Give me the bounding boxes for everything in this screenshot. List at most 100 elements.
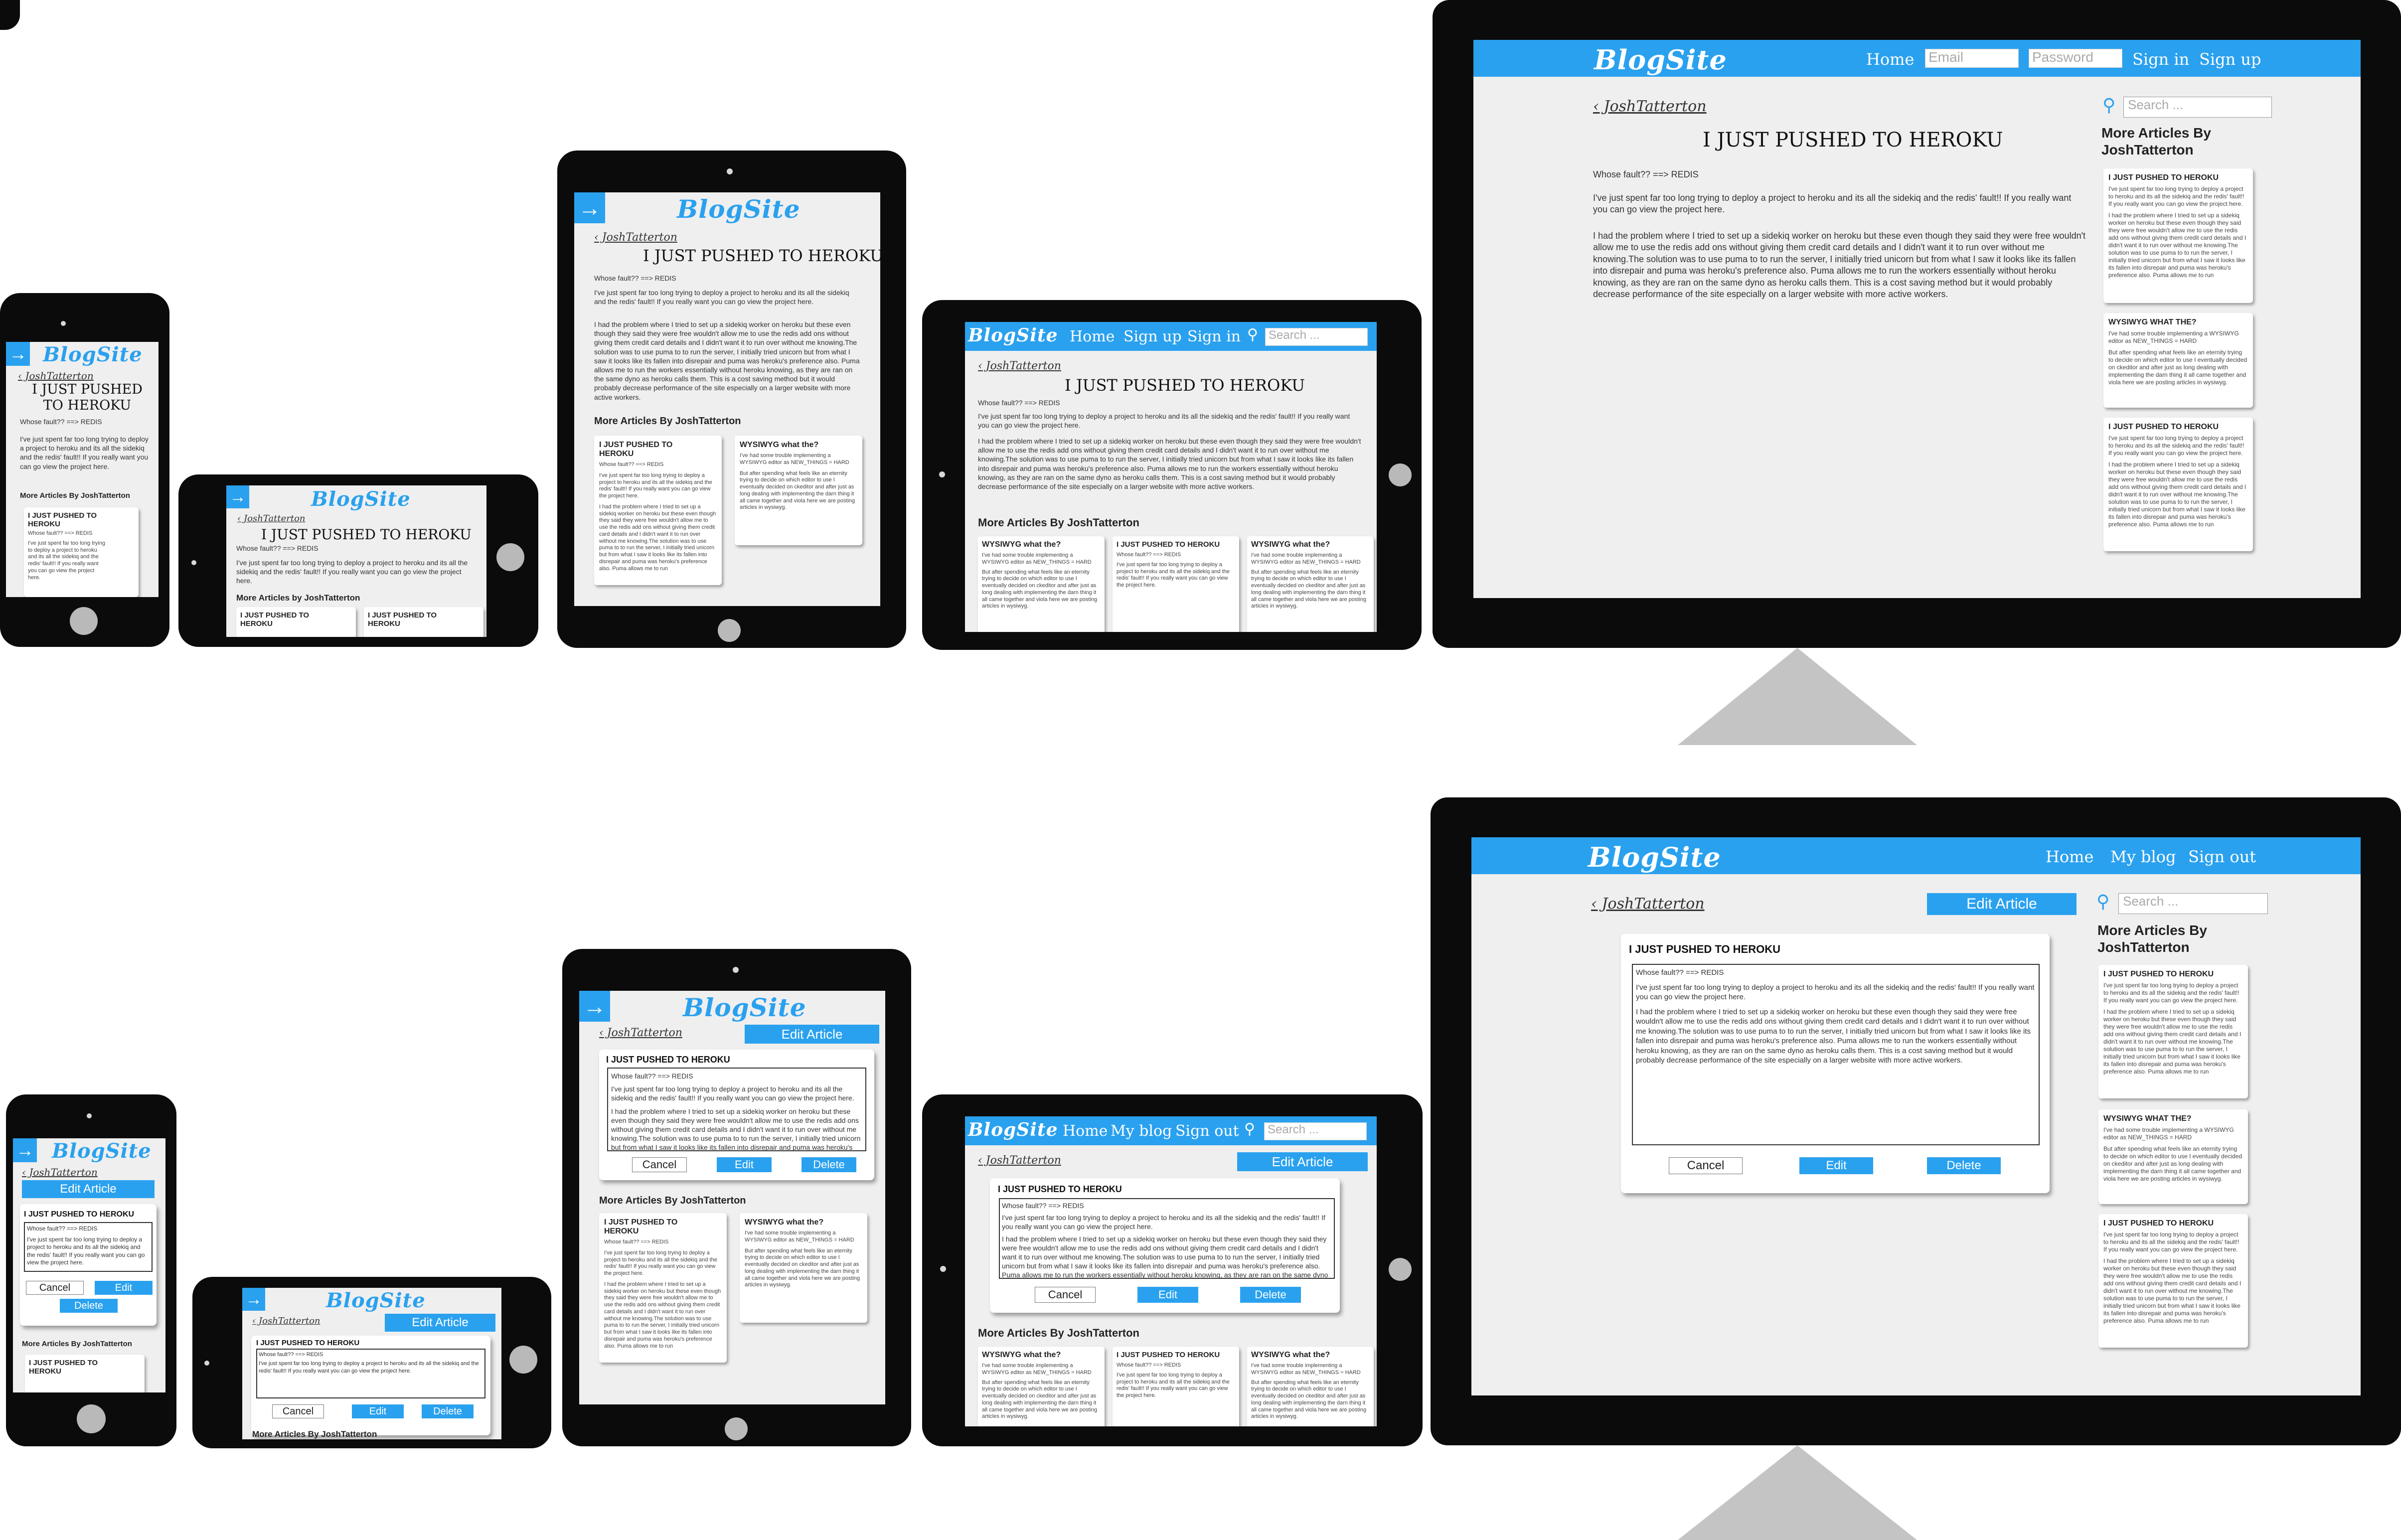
article-card[interactable]: I JUST PUSHED TO HEROKU Whose fault?? ==… (1113, 1347, 1239, 1426)
nav-sign-in[interactable]: Sign in (1187, 328, 1241, 345)
site-logo[interactable]: BlogSite (968, 1119, 1058, 1140)
search-icon[interactable]: ⚲ (2102, 95, 2115, 116)
article-card[interactable]: I JUST PUSHED TO HEROKU (364, 607, 483, 637)
post-body-textarea[interactable]: Whose fault?? ==> REDIS I've just spent … (999, 1198, 1335, 1279)
edit-article-button[interactable]: Edit Article (1927, 893, 2077, 915)
nav-sign-out[interactable]: Sign out (2188, 847, 2256, 866)
article-card[interactable]: WYSIWYG what the? I've had some trouble … (1247, 1347, 1374, 1426)
search-icon[interactable]: ⚲ (1247, 326, 1258, 343)
nav-home[interactable]: Home (2046, 847, 2093, 866)
edit-button[interactable]: Edit (95, 1281, 153, 1295)
nav-sign-up[interactable]: Sign up (2199, 50, 2261, 69)
cancel-button[interactable]: Cancel (632, 1157, 687, 1172)
site-logo[interactable]: BlogSite (52, 1139, 152, 1163)
article-card[interactable]: I JUST PUSHED TO HEROKU I've just spent … (2098, 965, 2248, 1098)
nav-sign-in[interactable]: Sign in (2132, 50, 2189, 69)
nav-my-blog[interactable]: My blog (2110, 847, 2176, 866)
nav-my-blog[interactable]: My blog (1111, 1122, 1172, 1140)
article-card[interactable]: WYSIWYG what the? I've had some trouble … (1247, 536, 1374, 632)
author-link[interactable]: ‹ JoshTatterton (252, 1316, 320, 1326)
nav-home[interactable]: Home (1070, 328, 1115, 345)
home-button[interactable] (70, 607, 98, 635)
site-logo[interactable]: BlogSite (326, 1289, 426, 1312)
author-link[interactable]: ‹ JoshTatterton (1591, 895, 1705, 913)
arrow-right-icon[interactable]: → (579, 991, 610, 1022)
post-body-textarea[interactable]: Whose fault?? ==> REDIS I've just spent … (1632, 964, 2040, 1145)
edit-button[interactable]: Edit (1137, 1287, 1198, 1303)
home-button[interactable] (1389, 1258, 1412, 1281)
post-body-textarea[interactable]: Whose fault?? ==> REDIS I've just spent … (256, 1349, 485, 1398)
author-link[interactable]: ‹ JoshTatterton (18, 370, 94, 382)
author-link[interactable]: ‹ JoshTatterton (978, 1154, 1061, 1167)
article-card[interactable]: WYSIWYG what the? I've had some trouble … (978, 1347, 1105, 1426)
article-card[interactable]: I JUST PUSHED TO HEROKU Whose fault?? ==… (1113, 536, 1239, 632)
article-card[interactable]: WYSIWYG WHAT THE? I've had some trouble … (2103, 313, 2253, 408)
edit-button[interactable]: Edit (1799, 1157, 1873, 1174)
site-logo[interactable]: BlogSite (677, 194, 800, 224)
author-link[interactable]: ‹ JoshTatterton (599, 1027, 682, 1039)
edit-article-button[interactable]: Edit Article (745, 1025, 879, 1044)
article-card[interactable]: WYSIWYG what the? I've had some trouble … (978, 536, 1105, 632)
home-button[interactable] (509, 1346, 537, 1374)
edit-article-button[interactable]: Edit Article (385, 1314, 495, 1332)
delete-button[interactable]: Delete (60, 1299, 118, 1313)
site-logo[interactable]: BlogSite (43, 343, 143, 366)
edit-button[interactable]: Edit (717, 1157, 772, 1172)
post-body-textarea[interactable]: Whose fault?? ==> REDIS I've just spent … (607, 1068, 866, 1151)
search-icon[interactable]: ⚲ (1244, 1120, 1255, 1138)
cancel-button[interactable]: Cancel (1035, 1287, 1096, 1303)
search-input[interactable]: Search ... (1264, 1122, 1367, 1140)
article-card[interactable]: WYSIWYG what the? I've had some trouble … (735, 436, 862, 545)
site-logo[interactable]: BlogSite (968, 325, 1058, 346)
search-icon[interactable]: ⚲ (2096, 891, 2109, 912)
edit-article-button[interactable]: Edit Article (1237, 1152, 1368, 1171)
post-body-textarea[interactable]: Whose fault?? ==> REDIS I've just spent … (24, 1222, 153, 1272)
home-button[interactable] (77, 1404, 106, 1433)
site-logo[interactable]: BlogSite (1588, 841, 1721, 873)
arrow-right-icon[interactable]: → (242, 1288, 265, 1311)
article-card[interactable]: WYSIWYG what the? I've had some trouble … (740, 1213, 867, 1323)
article-card[interactable]: I JUST PUSHED TO HEROKU (236, 607, 356, 637)
article-card[interactable]: I JUST PUSHED TO HEROKU (25, 1355, 145, 1392)
author-link[interactable]: ‹ JoshTatterton (978, 360, 1061, 372)
cancel-button[interactable]: Cancel (1669, 1157, 1743, 1174)
search-input[interactable]: Search ... (2118, 893, 2268, 914)
home-button[interactable] (496, 543, 524, 571)
edit-article-button[interactable]: Edit Article (22, 1180, 155, 1198)
nav-home[interactable]: Home (1063, 1122, 1108, 1140)
cancel-button[interactable]: Cancel (26, 1281, 84, 1295)
arrow-right-icon[interactable]: → (226, 485, 249, 508)
author-link[interactable]: ‹ JoshTatterton (237, 513, 306, 524)
search-input[interactable]: Search ... (2123, 97, 2272, 118)
search-input[interactable]: Search ... (1265, 328, 1368, 346)
arrow-right-icon[interactable]: → (13, 1138, 37, 1162)
delete-button[interactable]: Delete (1240, 1287, 1301, 1303)
delete-button[interactable]: Delete (801, 1157, 856, 1172)
delete-button[interactable]: Delete (422, 1404, 474, 1418)
email-input[interactable]: Email (1925, 49, 2019, 68)
site-logo[interactable]: BlogSite (311, 487, 411, 511)
edit-button[interactable]: Edit (352, 1404, 404, 1418)
author-link[interactable]: ‹ JoshTatterton (1593, 98, 1707, 115)
nav-sign-up[interactable]: Sign up (1123, 328, 1182, 345)
delete-button[interactable]: Delete (1927, 1157, 2001, 1174)
home-button[interactable] (718, 619, 741, 642)
author-link[interactable]: ‹ JoshTatterton (22, 1166, 98, 1178)
nav-home[interactable]: Home (1866, 50, 1914, 69)
article-card[interactable]: WYSIWYG WHAT THE? I've had some trouble … (2098, 1109, 2248, 1204)
article-card[interactable]: I JUST PUSHED TO HEROKU I've just spent … (2103, 168, 2253, 303)
article-card[interactable]: I JUST PUSHED TO HEROKU I've just spent … (2098, 1214, 2248, 1348)
article-card[interactable]: I JUST PUSHED TO HEROKU Whose fault?? ==… (599, 1213, 727, 1363)
home-button[interactable] (1389, 463, 1412, 486)
home-button[interactable] (725, 1417, 748, 1440)
site-logo[interactable]: BlogSite (683, 993, 806, 1022)
password-input[interactable]: Password (2029, 49, 2122, 68)
author-link[interactable]: ‹ JoshTatterton (594, 231, 677, 244)
arrow-right-icon[interactable]: → (6, 342, 30, 366)
article-card[interactable]: I JUST PUSHED TO HEROKU I've just spent … (2103, 418, 2253, 551)
nav-sign-out[interactable]: Sign out (1175, 1122, 1239, 1140)
site-logo[interactable]: BlogSite (1594, 44, 1727, 76)
cancel-button[interactable]: Cancel (272, 1404, 324, 1418)
article-card[interactable]: I JUST PUSHED TO HEROKU Whose fault?? ==… (594, 436, 722, 585)
arrow-right-icon[interactable]: → (574, 192, 605, 223)
